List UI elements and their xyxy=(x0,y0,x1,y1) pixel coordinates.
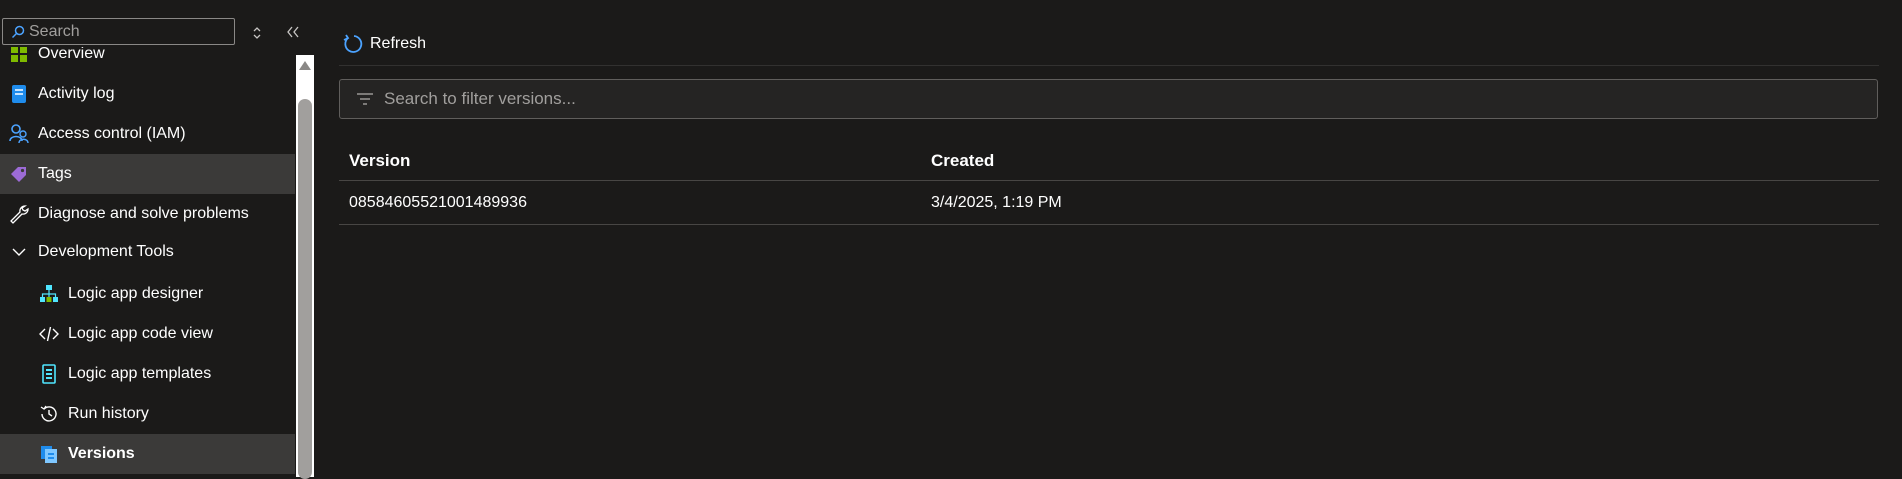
menu-item-logic-app-designer[interactable]: Logic app designer xyxy=(0,274,295,314)
version-filter-box[interactable] xyxy=(339,79,1878,119)
table-row[interactable]: 08584605521001489936 3/4/2025, 1:19 PM xyxy=(339,181,1879,225)
versions-table: Version Created 08584605521001489936 3/4… xyxy=(339,142,1879,225)
code-icon xyxy=(38,323,60,345)
menu-item-logic-app-code-view[interactable]: Logic app code view xyxy=(0,314,295,354)
refresh-label: Refresh xyxy=(370,35,427,52)
menu-item-label: Logic app code view xyxy=(68,325,213,342)
filter-icon xyxy=(357,93,373,105)
refresh-icon xyxy=(343,34,363,53)
collapse-menu-button[interactable] xyxy=(283,22,303,42)
menu-item-label: Logic app templates xyxy=(68,365,212,382)
search-icon xyxy=(11,25,25,38)
expand-collapse-sort-button[interactable] xyxy=(248,24,266,42)
history-icon xyxy=(38,403,60,425)
wrench-icon xyxy=(8,203,30,225)
menu-item-activity-log[interactable]: Activity log xyxy=(0,74,295,114)
menu-list: Overview Activity log Access control (IA… xyxy=(0,47,295,477)
menu-search-input[interactable] xyxy=(29,22,219,41)
column-header-created[interactable]: Created xyxy=(931,142,994,180)
refresh-button[interactable]: Refresh xyxy=(342,31,426,57)
menu-item-label: Versions xyxy=(68,445,135,462)
menu-item-label: Overview xyxy=(38,47,105,62)
menu-group-label: Development Tools xyxy=(38,243,174,260)
overview-icon xyxy=(8,47,30,65)
menu-item-access-control[interactable]: Access control (IAM) xyxy=(0,114,295,154)
scroll-up-arrow-icon[interactable] xyxy=(299,61,311,70)
scrollbar-thumb[interactable] xyxy=(298,99,312,479)
menu-item-overview[interactable]: Overview xyxy=(0,47,295,74)
menu-item-run-history[interactable]: Run history xyxy=(0,394,295,434)
resource-menu-sidebar: Overview Activity log xyxy=(0,0,299,477)
menu-search-box[interactable] xyxy=(2,18,235,45)
column-header-version[interactable]: Version xyxy=(349,142,410,180)
activity-log-icon xyxy=(8,83,30,105)
versions-icon xyxy=(38,443,60,465)
up-down-chevron-icon xyxy=(253,27,261,39)
version-cell[interactable]: 08584605521001489936 xyxy=(349,181,527,224)
double-chevron-left-icon xyxy=(287,26,299,38)
version-filter-input[interactable] xyxy=(384,89,1784,109)
menu-item-versions[interactable]: Versions xyxy=(0,434,295,474)
menu-item-diagnose-and-solve-problems[interactable]: Diagnose and solve problems xyxy=(0,194,295,234)
menu-item-logic-app-templates[interactable]: Logic app templates xyxy=(0,354,295,394)
access-control-icon xyxy=(8,123,30,145)
designer-icon xyxy=(38,283,60,305)
table-header-row: Version Created xyxy=(339,142,1879,181)
menu-item-label: Access control (IAM) xyxy=(38,125,186,142)
menu-scrollbar[interactable] xyxy=(296,55,314,479)
menu-item-tags[interactable]: Tags xyxy=(0,154,295,194)
menu-group-development-tools[interactable]: Development Tools xyxy=(0,232,295,272)
tags-icon xyxy=(8,163,30,185)
menu-item-label: Activity log xyxy=(38,85,115,102)
menu-item-label: Run history xyxy=(68,405,149,422)
toolbar-divider xyxy=(339,65,1879,66)
menu-item-label: Tags xyxy=(38,165,72,182)
menu-item-label: Logic app designer xyxy=(68,285,204,302)
menu-item-label: Diagnose and solve problems xyxy=(38,205,249,222)
chevron-down-icon xyxy=(8,241,30,263)
main-content: Refresh Version Created 0858460552100148… xyxy=(339,0,1879,477)
templates-icon xyxy=(38,363,60,385)
created-cell: 3/4/2025, 1:19 PM xyxy=(931,193,1062,211)
